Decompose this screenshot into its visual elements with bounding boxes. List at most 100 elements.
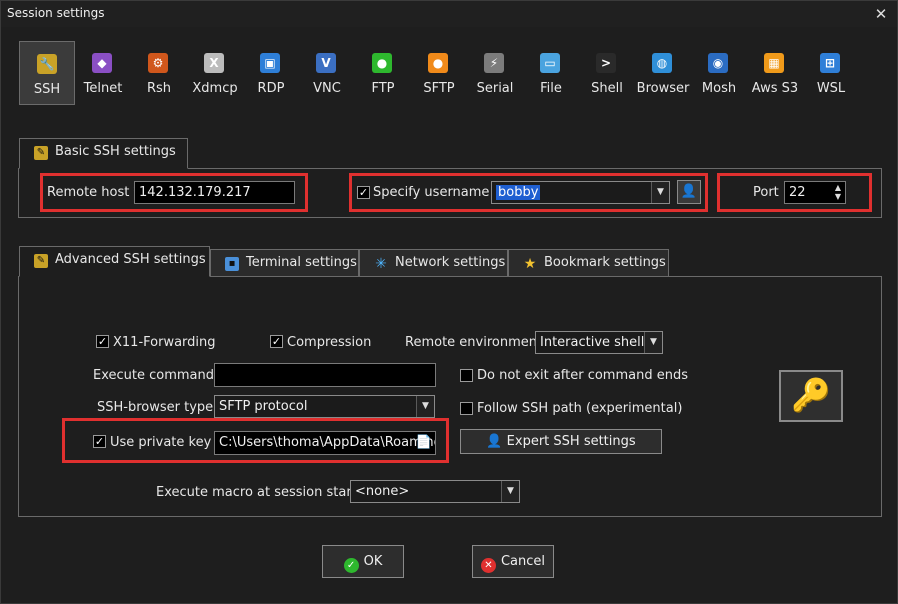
tab-label: Network settings bbox=[395, 255, 506, 270]
port-value: 22 bbox=[789, 185, 806, 200]
remote-environment-select[interactable]: Interactive shell ▼ bbox=[535, 331, 663, 354]
protocol-ftp-button[interactable]: ● FTP bbox=[355, 41, 411, 105]
ssh-browser-type-value: SFTP protocol bbox=[219, 399, 308, 414]
tab-advanced-ssh-settings[interactable]: ✎ Advanced SSH settings bbox=[19, 246, 210, 277]
protocol-wsl-icon: ⊞ bbox=[820, 53, 840, 73]
protocol-label: Shell bbox=[591, 81, 623, 96]
protocol-browser-button[interactable]: ◍ Browser bbox=[635, 41, 691, 105]
protocol-sftp-icon: ● bbox=[428, 53, 448, 73]
remote-host-label: Remote host * bbox=[47, 185, 140, 200]
protocol-shell-button[interactable]: > Shell bbox=[579, 41, 635, 105]
tab-label: Advanced SSH settings bbox=[55, 252, 206, 267]
chevron-down-icon[interactable]: ▼ bbox=[501, 481, 519, 502]
use-private-key-checkbox[interactable]: ✓ bbox=[93, 435, 106, 448]
execute-macro-value: <none> bbox=[355, 484, 410, 499]
user-manager-button[interactable]: 👤 bbox=[677, 180, 701, 204]
execute-command-label: Execute command: bbox=[93, 368, 219, 383]
expert-ssh-settings-label: Expert SSH settings bbox=[506, 434, 636, 449]
chevron-down-icon[interactable]: ▼ bbox=[651, 182, 669, 203]
port-input[interactable]: 22 ▲ ▼ bbox=[784, 181, 846, 204]
tab-network-settings[interactable]: ✳ Network settings bbox=[359, 249, 508, 277]
tab-bookmark-settings[interactable]: ★ Bookmark settings bbox=[508, 249, 669, 277]
protocol-label: Aws S3 bbox=[751, 81, 799, 96]
cancel-label: Cancel bbox=[500, 554, 546, 569]
title-bar: Session settings ✕ bbox=[1, 1, 897, 27]
chevron-down-icon[interactable]: ▼ bbox=[644, 332, 662, 353]
port-label: Port bbox=[753, 185, 779, 200]
protocol-label: RDP bbox=[257, 81, 285, 96]
protocol-file-button[interactable]: ▭ File bbox=[523, 41, 579, 105]
protocol-label: Serial bbox=[476, 81, 514, 96]
protocol-ssh-icon: 🔧 bbox=[37, 54, 57, 74]
ssh-browser-type-select[interactable]: SFTP protocol ▼ bbox=[214, 395, 435, 418]
network-icon: ✳ bbox=[375, 256, 387, 272]
specify-username-label: Specify username bbox=[373, 185, 490, 200]
check-icon: ✓ bbox=[343, 558, 359, 573]
protocol-telnet-button[interactable]: ◆ Telnet bbox=[75, 41, 131, 105]
remote-environment-label: Remote environment: bbox=[405, 335, 547, 350]
do-not-exit-checkbox[interactable] bbox=[460, 369, 473, 382]
protocol-label: Browser bbox=[636, 81, 690, 96]
user-settings-icon: 👤 bbox=[486, 434, 503, 449]
protocol-mosh-icon: ◉ bbox=[708, 53, 728, 73]
session-settings-window: Session settings ✕ 🔧 SSH ◆ Telnet ⚙ Rsh X Xdmcp… bbox=[0, 0, 898, 604]
x11-forwarding-label: X11-Forwarding bbox=[113, 335, 216, 350]
follow-ssh-path-label: Follow SSH path (experimental) bbox=[477, 401, 683, 416]
wrench-icon: ✎ bbox=[34, 146, 48, 160]
close-icon[interactable]: ✕ bbox=[871, 5, 891, 23]
protocol-aws-s3-icon: ▦ bbox=[764, 53, 784, 73]
compression-label: Compression bbox=[287, 335, 372, 350]
chevron-down-icon[interactable]: ▼ bbox=[416, 396, 434, 417]
remote-environment-value: Interactive shell bbox=[540, 335, 645, 350]
protocol-label: Telnet bbox=[83, 81, 123, 96]
x11-forwarding-checkbox[interactable]: ✓ bbox=[96, 335, 109, 348]
ok-button[interactable]: ✓ OK bbox=[322, 545, 404, 578]
protocol-xdmcp-icon: X bbox=[204, 53, 224, 73]
protocol-wsl-button[interactable]: ⊞ WSL bbox=[803, 41, 859, 105]
protocol-label: Mosh bbox=[701, 81, 737, 96]
username-value: bobby bbox=[496, 185, 541, 200]
tab-label: Basic SSH settings bbox=[55, 144, 176, 159]
protocol-label: File bbox=[540, 81, 562, 96]
protocol-serial-icon: ⚡ bbox=[484, 53, 504, 73]
protocol-label: FTP bbox=[371, 81, 395, 96]
username-combo[interactable]: bobby ▼ bbox=[491, 181, 670, 204]
tab-label: Terminal settings bbox=[246, 255, 357, 270]
star-icon: ★ bbox=[523, 256, 537, 272]
key-icon: 🔑 bbox=[779, 370, 843, 422]
protocol-serial-button[interactable]: ⚡ Serial bbox=[467, 41, 523, 105]
specify-username-checkbox[interactable]: ✓ bbox=[357, 186, 370, 199]
wrench-icon: ✎ bbox=[34, 254, 48, 268]
follow-ssh-path-checkbox[interactable] bbox=[460, 402, 473, 415]
protocol-browser-icon: ◍ bbox=[652, 53, 672, 73]
protocol-rdp-icon: ▣ bbox=[260, 53, 280, 73]
execute-macro-select[interactable]: <none> ▼ bbox=[350, 480, 520, 503]
remote-host-input[interactable]: 142.132.179.217 bbox=[134, 181, 295, 204]
cancel-button[interactable]: ✕ Cancel bbox=[472, 545, 554, 578]
protocol-label: SFTP bbox=[423, 81, 455, 96]
protocol-aws-s3-button[interactable]: ▦ Aws S3 bbox=[747, 41, 803, 105]
tab-basic-ssh-settings[interactable]: ✎ Basic SSH settings bbox=[19, 138, 188, 169]
protocol-rdp-button[interactable]: ▣ RDP bbox=[243, 41, 299, 105]
protocol-ssh-button[interactable]: 🔧 SSH bbox=[19, 41, 75, 105]
execute-command-input[interactable] bbox=[214, 363, 436, 387]
file-browse-icon[interactable]: 📄 bbox=[416, 432, 432, 454]
protocol-telnet-icon: ◆ bbox=[92, 53, 112, 73]
protocol-label: VNC bbox=[313, 81, 341, 96]
protocol-rsh-button[interactable]: ⚙ Rsh bbox=[131, 41, 187, 105]
protocol-ftp-icon: ● bbox=[372, 53, 392, 73]
execute-macro-label: Execute macro at session start: bbox=[156, 485, 362, 500]
compression-checkbox[interactable]: ✓ bbox=[270, 335, 283, 348]
private-key-path-input[interactable]: C:\Users\thoma\AppData\Roaming 📄 bbox=[214, 431, 436, 455]
ok-label: OK bbox=[363, 554, 383, 569]
protocol-mosh-button[interactable]: ◉ Mosh bbox=[691, 41, 747, 105]
use-private-key-label: Use private key bbox=[110, 435, 212, 450]
tab-terminal-settings[interactable]: ▪ Terminal settings bbox=[210, 249, 359, 277]
protocol-vnc-button[interactable]: V VNC bbox=[299, 41, 355, 105]
protocol-sftp-button[interactable]: ● SFTP bbox=[411, 41, 467, 105]
terminal-icon: ▪ bbox=[225, 257, 239, 271]
spinner-icon[interactable]: ▲ ▼ bbox=[835, 183, 841, 201]
protocol-xdmcp-button[interactable]: X Xdmcp bbox=[187, 41, 243, 105]
expert-ssh-settings-button[interactable]: 👤 Expert SSH settings bbox=[460, 429, 662, 454]
window-title: Session settings bbox=[7, 6, 105, 20]
